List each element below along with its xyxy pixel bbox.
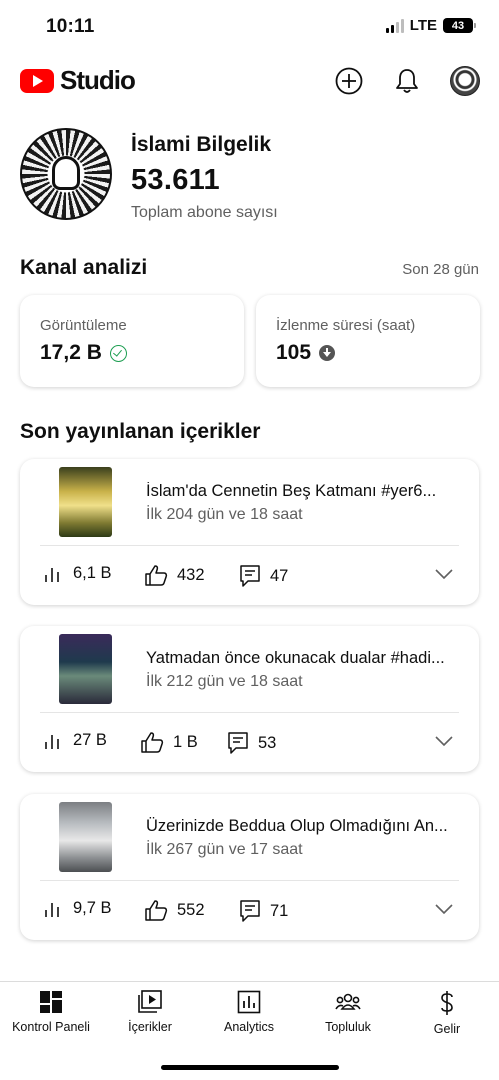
logo-text: Studio — [60, 65, 136, 95]
video-title[interactable]: Üzerinizde Beddua Olup Olmadığını An... — [146, 817, 462, 836]
likes-metric: 432 — [144, 564, 205, 586]
recent-content-title: Son yayınlanan içerikler — [20, 420, 261, 443]
app-header: Studio — [0, 60, 499, 102]
nav-label: Kontrol Paneli — [12, 1020, 90, 1034]
create-icon[interactable] — [334, 66, 364, 96]
nav-item-community[interactable]: Topluluk — [298, 990, 398, 1034]
comments-metric: 53 — [227, 731, 276, 755]
nav-label: Gelir — [433, 1022, 461, 1036]
nav-label: Topluluk — [325, 1020, 371, 1034]
analytics-period: Son 28 gün — [402, 261, 479, 278]
channel-avatar[interactable] — [20, 128, 112, 220]
divider — [40, 880, 459, 881]
nav-label: İçerikler — [128, 1020, 172, 1034]
community-icon — [335, 993, 361, 1010]
nav-item-analytics[interactable]: Analytics — [199, 990, 299, 1034]
views-value-row: 17,2 B — [40, 341, 127, 365]
chevron-down-icon[interactable] — [435, 569, 453, 580]
views-metric: 6,1 B — [44, 564, 112, 583]
status-indicators: LTE 43 — [385, 17, 476, 34]
divider — [40, 712, 459, 713]
bar-chart-icon — [45, 734, 59, 749]
thumbs-up-icon — [145, 900, 168, 921]
comment-icon — [228, 732, 248, 754]
home-indicator[interactable] — [161, 1065, 339, 1070]
subscriber-label: Toplam abone sayısı — [131, 204, 278, 221]
channel-name: İslami Bilgelik — [131, 133, 272, 156]
comment-icon — [240, 900, 260, 922]
video-title[interactable]: Yatmadan önce okunacak dualar #hadi... — [146, 649, 462, 668]
views-count: 6,1 B — [73, 564, 112, 582]
subscriber-count: 53.611 — [131, 164, 220, 196]
views-label: Görüntüleme — [40, 317, 127, 334]
comments-metric: 47 — [239, 564, 288, 588]
chevron-down-icon[interactable] — [435, 736, 453, 747]
comments-count: 53 — [258, 733, 277, 752]
video-card[interactable]: Üzerinizde Beddua Olup Olmadığını An... … — [20, 794, 479, 940]
nav-item-earn[interactable]: Gelir — [397, 990, 497, 1036]
views-metric: 9,7 B — [44, 899, 112, 918]
analytics-title: Kanal analizi — [20, 256, 148, 279]
watch-time-card[interactable]: İzlenme süresi (saat) 105 — [256, 295, 480, 387]
signal-icon — [385, 18, 404, 33]
views-value: 17,2 B — [40, 341, 102, 364]
views-metric: 27 B — [44, 731, 107, 750]
channel-header: İslami Bilgelik 53.611 Toplam abone sayı… — [20, 128, 480, 224]
battery-icon: 43 — [443, 18, 476, 33]
watch-time-value-row: 105 — [276, 341, 336, 365]
views-card[interactable]: Görüntüleme 17,2 B — [20, 295, 244, 387]
thumbs-up-icon — [141, 732, 164, 753]
nav-item-content[interactable]: İçerikler — [100, 990, 200, 1034]
bar-chart-icon — [45, 902, 59, 917]
comments-metric: 71 — [239, 899, 288, 923]
video-meta: İlk 212 gün ve 18 saat — [146, 673, 303, 690]
likes-metric: 552 — [144, 899, 205, 921]
video-thumbnail[interactable] — [59, 467, 112, 537]
arrow-down-circle-icon — [319, 345, 336, 361]
dashboard-icon — [40, 991, 62, 1013]
comments-count: 71 — [270, 901, 289, 920]
battery-level: 43 — [451, 19, 465, 32]
watch-time-label: İzlenme süresi (saat) — [276, 317, 416, 334]
comment-icon — [240, 565, 260, 587]
nav-label: Analytics — [223, 1020, 275, 1034]
divider — [40, 545, 459, 546]
likes-count: 432 — [177, 565, 205, 584]
studio-logo[interactable]: Studio — [20, 65, 136, 96]
video-thumbnail[interactable] — [59, 802, 112, 872]
network-type: LTE — [409, 17, 437, 34]
views-count: 27 B — [73, 731, 107, 749]
analytics-icon — [237, 990, 261, 1014]
chevron-down-icon[interactable] — [435, 904, 453, 915]
video-meta: İlk 204 gün ve 18 saat — [146, 506, 303, 523]
video-card[interactable]: Yatmadan önce okunacak dualar #hadi... İ… — [20, 626, 479, 772]
check-circle-icon — [109, 344, 127, 362]
video-card[interactable]: İslam'da Cennetin Beş Katmanı #yer6... İ… — [20, 459, 479, 605]
account-avatar[interactable] — [450, 66, 480, 96]
status-time: 10:11 — [46, 16, 95, 37]
views-count: 9,7 B — [73, 899, 112, 917]
likes-metric: 1 B — [140, 731, 198, 753]
video-title[interactable]: İslam'da Cennetin Beş Katmanı #yer6... — [146, 482, 462, 501]
thumbs-up-icon — [145, 565, 168, 586]
content-icon — [138, 990, 162, 1013]
likes-count: 1 B — [173, 732, 198, 751]
video-meta: İlk 267 gün ve 17 saat — [146, 841, 303, 858]
likes-count: 552 — [177, 900, 205, 919]
watch-time-value: 105 — [276, 341, 312, 364]
nav-item-dashboard[interactable]: Kontrol Paneli — [1, 990, 101, 1034]
notifications-bell-icon[interactable] — [392, 66, 422, 96]
youtube-play-icon — [20, 68, 54, 93]
status-bar: 10:11 LTE 43 — [0, 0, 499, 54]
earn-icon — [441, 991, 453, 1015]
comments-count: 47 — [270, 566, 289, 585]
bar-chart-icon — [45, 567, 59, 582]
video-thumbnail[interactable] — [59, 634, 112, 704]
